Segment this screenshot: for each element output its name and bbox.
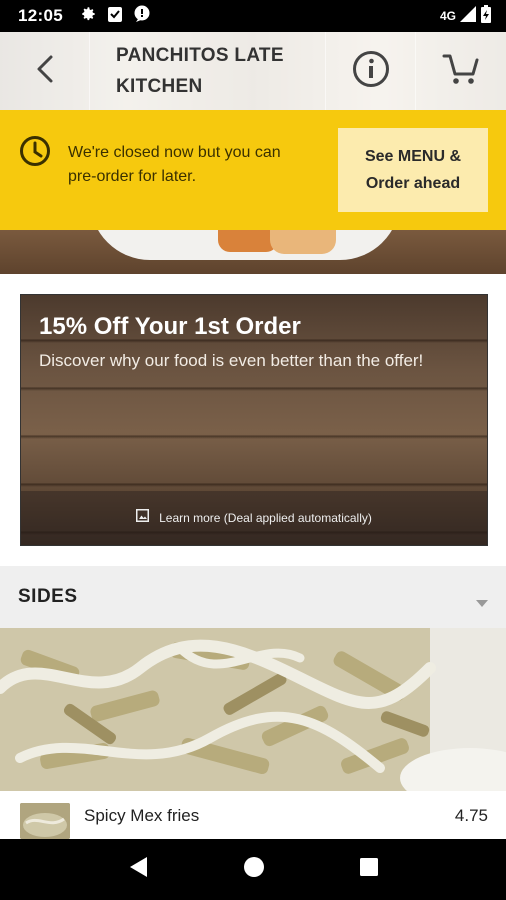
see-menu-order-ahead-button[interactable]: See MENU & Order ahead xyxy=(338,128,488,212)
clock-icon xyxy=(19,135,51,172)
offer-title: 15% Off Your 1st Order xyxy=(39,313,301,340)
network-label: 4G xyxy=(439,9,456,23)
restaurant-name-line1: PANCHITOS LATE xyxy=(116,45,284,66)
caret-down-icon xyxy=(476,594,488,612)
button-label-line2: Order ahead xyxy=(365,175,461,192)
notification-icons xyxy=(79,5,151,28)
restaurant-title: PANCHITOS LATE KITCHEN xyxy=(90,32,326,110)
signal-icon xyxy=(460,5,476,27)
closed-message: We're closed now but you can pre-order f… xyxy=(68,141,318,189)
system-nav-bar xyxy=(0,839,506,900)
chat-icon xyxy=(133,5,151,28)
image-icon xyxy=(136,509,150,527)
food-shape xyxy=(270,230,336,254)
settings-icon xyxy=(79,5,97,28)
cart-icon xyxy=(442,52,480,91)
app-header: PANCHITOS LATE KITCHEN xyxy=(0,32,506,110)
button-label-line1: See MENU & xyxy=(364,148,462,165)
info-button[interactable] xyxy=(326,32,416,110)
nav-back-button[interactable] xyxy=(127,855,149,884)
menu-item-name: Spicy Mex fries xyxy=(84,806,200,825)
cart-button[interactable] xyxy=(416,32,506,110)
menu-item-thumbnail xyxy=(20,803,70,839)
offer-learn-more[interactable]: Learn more (Deal applied automatically) xyxy=(21,491,487,545)
nav-home-button[interactable] xyxy=(243,856,265,883)
status-time: 12:05 xyxy=(18,6,63,25)
back-button[interactable] xyxy=(0,32,90,110)
food-shape xyxy=(218,230,278,252)
battery-icon xyxy=(480,4,492,28)
category-header-sides[interactable]: SIDES xyxy=(0,566,506,628)
menu-item-price: 4.75 xyxy=(454,806,488,825)
menu-item[interactable]: Spicy Mex fries 4.75 xyxy=(0,791,506,839)
nav-recents-button[interactable] xyxy=(359,857,379,882)
info-icon xyxy=(352,50,390,93)
offer-card[interactable]: 15% Off Your 1st Order Discover why our … xyxy=(20,294,488,546)
clipboard-icon xyxy=(107,5,123,28)
offer-footer-text: Learn more (Deal applied automatically) xyxy=(159,511,372,525)
offer-subtitle: Discover why our food is even better tha… xyxy=(39,351,424,370)
back-icon xyxy=(35,54,55,89)
app-screen: 12:05 4G PANCHITOS LATE KITCHEN We're cl… xyxy=(0,0,506,900)
status-bar: 12:05 4G xyxy=(0,0,506,32)
closed-message-line1: We're closed now but you can xyxy=(68,144,281,161)
category-title: SIDES xyxy=(18,586,78,607)
closed-banner: We're closed now but you can pre-order f… xyxy=(0,110,506,230)
restaurant-hero-image xyxy=(0,230,506,274)
category-image xyxy=(0,628,506,791)
closed-message-line2: pre-order for later. xyxy=(68,168,197,185)
restaurant-name: PANCHITOS LATE KITCHEN xyxy=(116,40,284,102)
status-right: 4G xyxy=(439,4,492,28)
restaurant-name-line2: KITCHEN xyxy=(116,76,203,97)
